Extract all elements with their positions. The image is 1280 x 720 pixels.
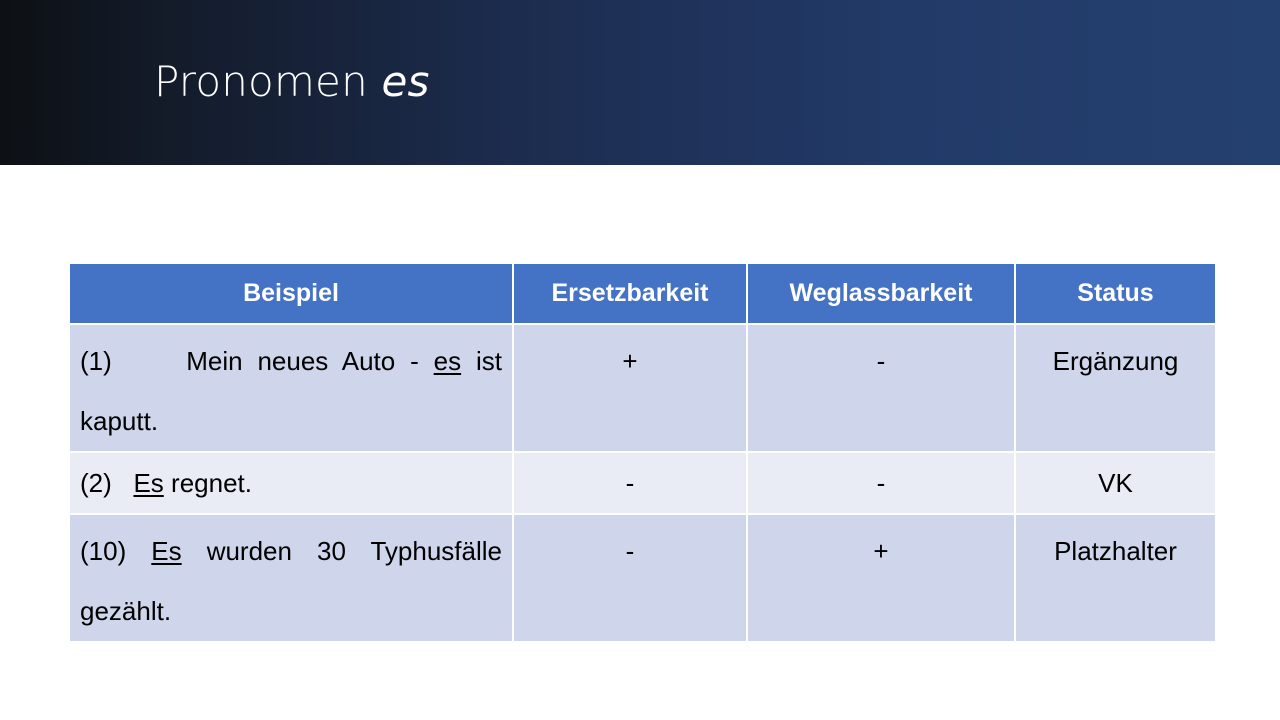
table-row: (1) Mein neues Auto - es ist kaputt. + -… bbox=[68, 323, 1217, 453]
weglassbarkeit-cell: + bbox=[746, 513, 1016, 643]
title-emphasis: es bbox=[381, 57, 430, 106]
example-es: es bbox=[433, 346, 462, 376]
table-row: (10) Es wurden 30 Typhusfälle gezählt. -… bbox=[68, 513, 1217, 643]
example-cell: (1) Mein neues Auto - es ist kaputt. bbox=[68, 323, 514, 453]
header-ersetzbarkeit: Ersetzbarkeit bbox=[512, 262, 748, 325]
example-number: (1) bbox=[80, 346, 112, 376]
slide-title: Pronomen es bbox=[154, 52, 430, 112]
title-main: Pronomen bbox=[154, 57, 368, 106]
example-pre: Mein neues Auto - bbox=[186, 346, 419, 376]
slide: Pronomen es Beispiel Ersetzbarkeit Wegla… bbox=[0, 0, 1280, 720]
pronoun-table: Beispiel Ersetzbarkeit Weglassbarkeit St… bbox=[68, 262, 1217, 643]
status-cell: VK bbox=[1014, 451, 1217, 515]
weglassbarkeit-cell: - bbox=[746, 323, 1016, 453]
header-weglassbarkeit: Weglassbarkeit bbox=[746, 262, 1016, 325]
title-banner: Pronomen es bbox=[0, 0, 1280, 165]
example-post: wurden 30 Typhusfälle gezählt. bbox=[80, 536, 502, 626]
ersetzbarkeit-cell: - bbox=[512, 513, 748, 643]
header-beispiel: Beispiel bbox=[68, 262, 514, 325]
table-row: (2) Es regnet. - - VK bbox=[68, 451, 1217, 515]
example-cell: (10) Es wurden 30 Typhusfälle gezählt. bbox=[68, 513, 514, 643]
header-row: Beispiel Ersetzbarkeit Weglassbarkeit St… bbox=[68, 262, 1217, 325]
ersetzbarkeit-cell: - bbox=[512, 451, 748, 515]
example-cell: (2) Es regnet. bbox=[68, 451, 514, 515]
example-es: Es bbox=[151, 536, 182, 566]
weglassbarkeit-cell: - bbox=[746, 451, 1016, 515]
header-status: Status bbox=[1014, 262, 1217, 325]
example-number: (10) bbox=[80, 536, 127, 566]
example-es: Es bbox=[133, 468, 164, 498]
status-cell: Platzhalter bbox=[1014, 513, 1217, 643]
example-number: (2) bbox=[80, 468, 112, 498]
example-post: regnet. bbox=[171, 468, 252, 498]
status-cell: Ergänzung bbox=[1014, 323, 1217, 453]
ersetzbarkeit-cell: + bbox=[512, 323, 748, 453]
